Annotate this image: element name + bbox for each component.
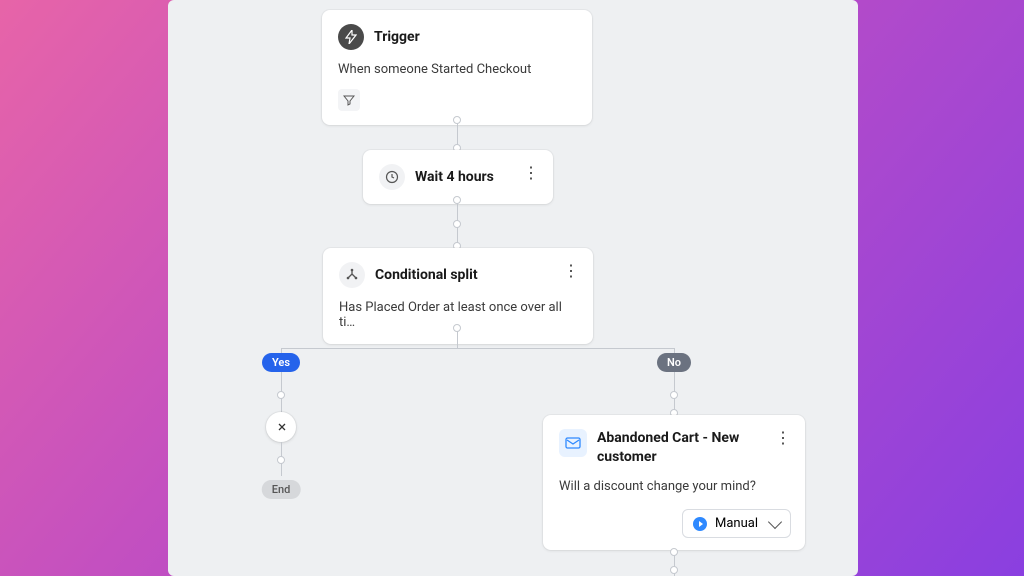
split-title: Conditional split xyxy=(375,267,478,283)
workflow-canvas[interactable]: Trigger When someone Started Checkout Wa… xyxy=(168,0,858,576)
end-label: End xyxy=(262,480,301,499)
email-status-label: Manual xyxy=(715,516,758,531)
split-icon xyxy=(339,262,365,288)
clock-icon xyxy=(379,164,405,190)
trigger-description: When someone Started Checkout xyxy=(338,62,576,77)
wait-more-button[interactable] xyxy=(521,162,541,182)
branch-yes-label: Yes xyxy=(262,353,300,372)
email-status-select[interactable]: Manual xyxy=(682,509,791,538)
email-card[interactable]: Abandoned Cart - New customer Will a dis… xyxy=(543,415,805,550)
email-more-button[interactable] xyxy=(773,427,793,447)
wait-title: Wait 4 hours xyxy=(415,169,494,185)
split-more-button[interactable] xyxy=(561,260,581,280)
email-description: Will a discount change your mind? xyxy=(559,479,789,494)
email-icon xyxy=(559,429,587,457)
trigger-title: Trigger xyxy=(374,29,420,45)
branch-no-label: No xyxy=(657,353,691,372)
play-icon xyxy=(693,517,707,531)
filter-icon[interactable] xyxy=(338,89,360,111)
email-title: Abandoned Cart - New customer xyxy=(597,429,789,467)
trigger-card[interactable]: Trigger When someone Started Checkout xyxy=(322,10,592,125)
chevron-down-icon xyxy=(768,515,782,529)
add-step-button[interactable] xyxy=(266,412,296,442)
lightning-icon xyxy=(338,24,364,50)
